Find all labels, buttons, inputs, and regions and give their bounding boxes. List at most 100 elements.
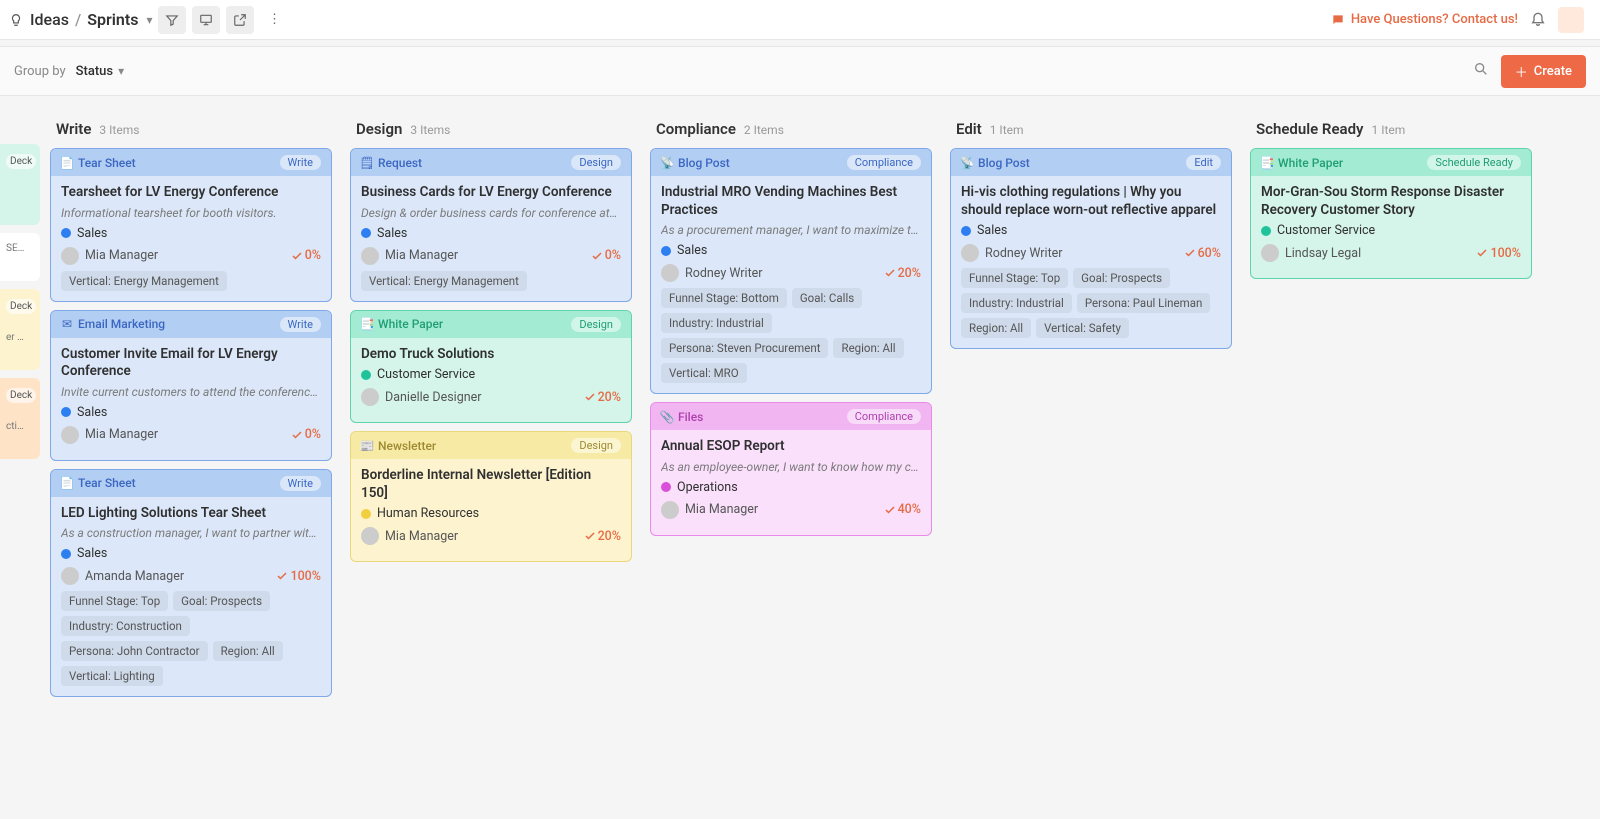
dept-dot (361, 509, 371, 519)
card[interactable]: 📑White PaperSchedule ReadyMor-Gran-Sou S… (1250, 148, 1532, 279)
chevron-down-icon: ▾ (116, 64, 124, 78)
card-title: Annual ESOP Report (661, 438, 921, 456)
type-icon: 📄 (61, 477, 73, 489)
check-icon (584, 530, 596, 542)
tag[interactable]: Vertical: Energy Management (61, 271, 227, 291)
contact-link[interactable]: Have Questions? Contact us! (1331, 12, 1518, 27)
check-icon (591, 250, 603, 262)
card-tags: Funnel Stage: BottomGoal: Calls Industry:… (661, 288, 921, 383)
card[interactable]: 📄Tear SheetWriteTearsheet for LV Energy … (50, 148, 332, 302)
filter-button[interactable] (158, 6, 186, 34)
type-icon: 📎 (661, 411, 673, 423)
peek-card[interactable]: Deck (0, 144, 40, 225)
tag[interactable]: Region: All (961, 318, 1031, 338)
card[interactable]: 📄Tear Sheet Write LED Lighting Solutions T… (50, 469, 332, 698)
card-type: 📰Newsletter (361, 439, 436, 453)
search-icon[interactable] (1473, 61, 1489, 81)
tag[interactable]: Persona: Paul Lineman (1077, 293, 1210, 313)
tag[interactable]: Persona: John Contractor (61, 641, 208, 661)
card[interactable]: 📑White PaperDesignDemo Truck SolutionsCu… (350, 310, 632, 424)
more-button[interactable]: ⋮ (260, 6, 288, 34)
card-owner: Mia Manager (685, 502, 758, 517)
card-progress: 0% (591, 248, 621, 263)
check-icon (884, 504, 896, 516)
tag[interactable]: Industry: Construction (61, 616, 190, 636)
card-department: Human Resources (377, 506, 479, 521)
tag[interactable]: Industry: Industrial (961, 293, 1072, 313)
tag[interactable]: Region: All (213, 641, 283, 661)
display-button[interactable] (192, 6, 220, 34)
card-title: Business Cards for LV Energy Conference (361, 184, 621, 202)
card-department: Customer Service (377, 367, 475, 382)
card-progress: 60% (1184, 246, 1221, 261)
peek-card[interactable]: Deckcti… (0, 378, 40, 459)
card[interactable]: 📡Blog PostComplianceIndustrial MRO Vendi… (650, 148, 932, 394)
create-button[interactable]: ＋Create (1501, 55, 1586, 88)
share-button[interactable] (226, 6, 254, 34)
card-title: Borderline Internal Newsletter [Edition … (361, 467, 621, 502)
status-pill: Design (571, 438, 621, 453)
owner-avatar (961, 244, 979, 262)
breadcrumb-root[interactable]: Ideas (30, 10, 69, 29)
groupby-select[interactable]: Status▾ (76, 64, 125, 79)
dept-dot (361, 370, 371, 380)
card-progress: 20% (584, 390, 621, 405)
tag[interactable]: Persona: Steven Procurement (661, 338, 828, 358)
card-tags: Vertical: Energy Management (361, 271, 621, 291)
tag[interactable]: Vertical: MRO (661, 363, 747, 383)
card-department: Sales (677, 243, 707, 258)
breadcrumb-separator: / (75, 10, 81, 29)
dept-dot (361, 228, 371, 238)
card[interactable]: 📰Newsletter Design Borderline Internal New… (350, 431, 632, 562)
owner-avatar (1261, 244, 1279, 262)
tag[interactable]: Region: All (833, 338, 903, 358)
card-owner: Amanda Manager (85, 569, 184, 584)
check-icon (1476, 247, 1488, 259)
tag[interactable]: Vertical: Energy Management (361, 271, 527, 291)
card-tags: Vertical: Energy Management (61, 271, 321, 291)
check-icon (1184, 247, 1196, 259)
plus-icon: ＋ (1515, 62, 1528, 81)
tag[interactable]: Goal: Calls (792, 288, 862, 308)
tag[interactable]: Funnel Stage: Bottom (661, 288, 787, 308)
column-count: 3 Items (410, 123, 450, 137)
column-title: Compliance (656, 120, 736, 138)
card-type: 📄Tear Sheet (61, 476, 136, 490)
tag[interactable]: Vertical: Lighting (61, 666, 163, 686)
card-type: 📡Blog Post (961, 156, 1030, 170)
status-pill: Write (280, 155, 321, 170)
card[interactable]: 📡Blog PostEditHi-vis clothing regulation… (950, 148, 1232, 349)
dept-dot (61, 549, 71, 559)
card-title: LED Lighting Solutions Tear Sheet (61, 505, 321, 523)
peek-card[interactable]: Decker … (0, 289, 40, 370)
tag[interactable]: Funnel Stage: Top (961, 268, 1068, 288)
tag[interactable]: Goal: Prospects (1073, 268, 1170, 288)
card-description: As a construction manager, I want to par… (61, 526, 321, 540)
type-icon: 📰 (361, 440, 373, 452)
tag[interactable]: Vertical: Safety (1036, 318, 1129, 338)
card-type: 📑White Paper (1261, 156, 1343, 170)
user-avatar[interactable] (1558, 7, 1584, 33)
type-icon: 📄 (61, 157, 73, 169)
chevron-down-icon[interactable]: ▾ (144, 13, 152, 27)
card[interactable]: ✉Email MarketingWriteCustomer Invite Ema… (50, 310, 332, 461)
card-owner: Rodney Writer (985, 246, 1063, 261)
breadcrumb-leaf[interactable]: Sprints (87, 10, 138, 29)
card-title: Industrial MRO Vending Machines Best Pra… (661, 184, 921, 219)
type-icon: 📡 (961, 157, 973, 169)
peek-card[interactable]: SE… (0, 233, 40, 281)
tag[interactable]: Funnel Stage: Top (61, 591, 168, 611)
check-icon (291, 429, 303, 441)
column-count: 1 Item (990, 123, 1024, 137)
status-pill: Schedule Ready (1427, 155, 1521, 170)
status-pill: Write (280, 476, 321, 491)
card-description: Invite current customers to attend the c… (61, 385, 321, 399)
card[interactable]: 📎FilesComplianceAnnual ESOP ReportAs an … (650, 402, 932, 536)
dept-dot (61, 228, 71, 238)
tag[interactable]: Industry: Industrial (661, 313, 772, 333)
tag[interactable]: Goal: Prospects (173, 591, 270, 611)
card-type: 📄Tear Sheet (61, 156, 136, 170)
check-icon (276, 570, 288, 582)
notifications-icon[interactable] (1530, 10, 1546, 30)
card[interactable]: 🗒RequestDesignBusiness Cards for LV Ener… (350, 148, 632, 302)
